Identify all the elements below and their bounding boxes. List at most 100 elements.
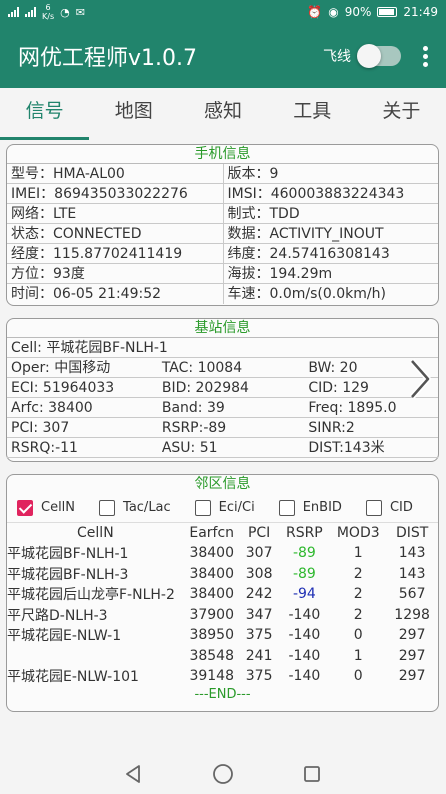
model-value: 型号：HMA-AL00 xyxy=(11,166,125,182)
imsi-value: IMSI：460003883224343 xyxy=(222,184,439,203)
signal-bars-icon xyxy=(8,7,19,17)
neighbor-earfcn: 38400 xyxy=(189,586,234,603)
tab-bar: 信号 地图 感知 工具 关于 xyxy=(0,88,446,140)
time-value: 时间：06-05 21:49:52 xyxy=(11,286,162,302)
neighbor-pci: 375 xyxy=(245,668,273,685)
operator-value: Oper: 中国移动 xyxy=(11,360,111,376)
neighbor-earfcn: 38400 xyxy=(189,565,234,582)
table-row[interactable]: 平城花园后山龙亭F-NLH-2 38400 242 -94 2 567 xyxy=(7,584,438,605)
neighbor-mod3: 0 xyxy=(353,668,363,685)
version-value: 版本：9 xyxy=(222,164,439,183)
filter-eci-ci-label: Eci/Ci xyxy=(218,500,255,515)
neighbor-cell-name: 平城花园后山龙亭F-NLH-2 xyxy=(7,587,175,604)
neighbor-rsrp: -140 xyxy=(288,668,321,685)
neighbor-table: CellN Earfcn PCI RSRP MOD3 DIST 平城花园BF-N… xyxy=(7,523,438,687)
band-value: Band: 39 xyxy=(161,400,225,416)
tab-map[interactable]: 地图 xyxy=(89,88,178,138)
filter-tac-lac[interactable]: Tac/Lac xyxy=(99,499,171,516)
neighbor-cell-name: 平城花园E-NLW-1 xyxy=(7,628,122,645)
neighbor-rsrp: -94 xyxy=(292,586,316,603)
nav-home-icon[interactable] xyxy=(212,763,234,785)
tac-value: TAC: 10084 xyxy=(161,360,243,376)
filter-cid[interactable]: CID xyxy=(365,499,413,516)
col-header-dist: DIST xyxy=(395,525,429,541)
neighbor-table-header: CellN Earfcn PCI RSRP MOD3 DIST xyxy=(7,523,438,543)
rsrp-value: RSRP:-89 xyxy=(161,420,227,436)
neighbor-cell-name: 平城花园E-NLW-101 xyxy=(7,669,139,686)
network-value: 网络：LTE xyxy=(11,206,77,222)
location-icon: ◉ xyxy=(328,5,339,19)
table-row[interactable]: 平城花园BF-NLH-1 38400 307 -89 1 143 xyxy=(7,543,438,564)
table-row[interactable]: 平城花园BF-NLH-3 38400 308 -89 2 143 xyxy=(7,564,438,585)
bearing-value: 方位：93度 xyxy=(11,266,85,282)
wifi-icon: ◔ xyxy=(60,5,70,19)
col-header-celln: CellN xyxy=(77,525,114,541)
col-header-rsrp: RSRP xyxy=(285,525,323,541)
status-bar: 6 K/s ◔ ✉ ⏰ ◉ 90% 21:49 xyxy=(0,0,446,24)
filter-celln[interactable]: CellN xyxy=(17,499,75,516)
signal-bars-icon xyxy=(25,7,36,17)
neighbor-cell-name: 平城花园BF-NLH-3 xyxy=(7,566,129,583)
col-header-earfcn: Earfcn xyxy=(189,525,235,541)
neighbor-rsrp: -140 xyxy=(288,606,321,623)
tab-about[interactable]: 关于 xyxy=(357,88,446,138)
neighbor-filter-bar: CellN Tac/Lac Eci/Ci EnBID CID xyxy=(7,493,438,523)
neighbor-dist: 297 xyxy=(398,647,426,664)
neighbor-earfcn: 38548 xyxy=(189,647,234,664)
neighbor-dist: 297 xyxy=(398,668,426,685)
eci-value: ECI: 51964033 xyxy=(11,380,115,396)
neighbor-mod3: 1 xyxy=(353,545,363,562)
toggle-knob xyxy=(357,44,381,68)
filter-cid-label: CID xyxy=(389,500,413,515)
neighbor-info-title: 邻区信息 xyxy=(194,476,251,492)
neighbor-dist: 143 xyxy=(398,565,426,582)
neighbor-earfcn: 38400 xyxy=(189,545,234,562)
neighbor-rsrp: -140 xyxy=(288,627,321,644)
neighbor-mod3: 1 xyxy=(353,647,363,664)
sinr-value: SINR:2 xyxy=(308,420,355,436)
col-header-pci: PCI xyxy=(247,525,271,541)
neighbor-dist: 1298 xyxy=(394,606,430,623)
neighbor-cell-name xyxy=(7,646,184,667)
neighbor-earfcn: 38950 xyxy=(189,627,234,644)
neighbor-earfcn: 39148 xyxy=(189,668,234,685)
longitude-value: 经度：115.87702411419 xyxy=(11,246,183,262)
battery-icon xyxy=(377,7,398,17)
neighbor-mod3: 2 xyxy=(353,606,363,623)
system-nav-bar xyxy=(0,754,446,794)
neighbor-earfcn: 37900 xyxy=(189,606,234,623)
neighbor-dist: 297 xyxy=(398,627,426,644)
distance-value: DIST:143米 xyxy=(308,440,385,456)
table-row[interactable]: 平城花园E-NLW-1 38950 375 -140 0 297 xyxy=(7,625,438,646)
neighbor-mod3: 0 xyxy=(353,627,363,644)
frequency-value: Freq: 1895.0 xyxy=(308,400,397,416)
filter-eci-ci[interactable]: Eci/Ci xyxy=(194,499,255,516)
nav-back-icon[interactable] xyxy=(124,764,144,784)
tab-tools[interactable]: 工具 xyxy=(268,88,357,138)
neighbor-pci: 347 xyxy=(245,606,273,623)
filter-enbid[interactable]: EnBID xyxy=(278,499,342,516)
cell-name: Cell: 平城花园BF-NLH-1 xyxy=(11,340,168,356)
data-activity-value: 数据：ACTIVITY_INOUT xyxy=(222,224,439,243)
neighbor-mod3: 2 xyxy=(353,565,363,582)
checkbox-icon xyxy=(278,499,295,516)
alarm-icon: ⏰ xyxy=(307,5,323,19)
arfcn-value: Arfc: 38400 xyxy=(11,400,93,416)
flight-mode-label: 飞线 xyxy=(323,49,351,65)
table-row[interactable]: 平城花园E-NLW-101 39148 375 -140 0 297 xyxy=(7,666,438,687)
table-row[interactable]: 38548 241 -140 1 297 xyxy=(7,646,438,667)
neighbor-cell-name: 平尺路D-NLH-3 xyxy=(7,607,108,624)
tab-signal[interactable]: 信号 xyxy=(0,88,90,140)
neighbor-rsrp: -89 xyxy=(292,565,316,582)
tab-perception[interactable]: 感知 xyxy=(178,88,267,138)
imei-value: IMEI：869435033022276 xyxy=(11,186,188,202)
chevron-right-icon[interactable] xyxy=(408,359,432,399)
filter-enbid-label: EnBID xyxy=(302,500,342,515)
nav-recent-icon[interactable] xyxy=(302,764,322,784)
flight-mode-toggle[interactable] xyxy=(357,44,401,68)
overflow-menu-icon[interactable] xyxy=(423,45,428,67)
neighbor-pci: 375 xyxy=(245,627,273,644)
altitude-value: 海拔：194.29m xyxy=(222,264,439,283)
checkbox-icon xyxy=(194,499,211,516)
table-row[interactable]: 平尺路D-NLH-3 37900 347 -140 2 1298 xyxy=(7,605,438,626)
